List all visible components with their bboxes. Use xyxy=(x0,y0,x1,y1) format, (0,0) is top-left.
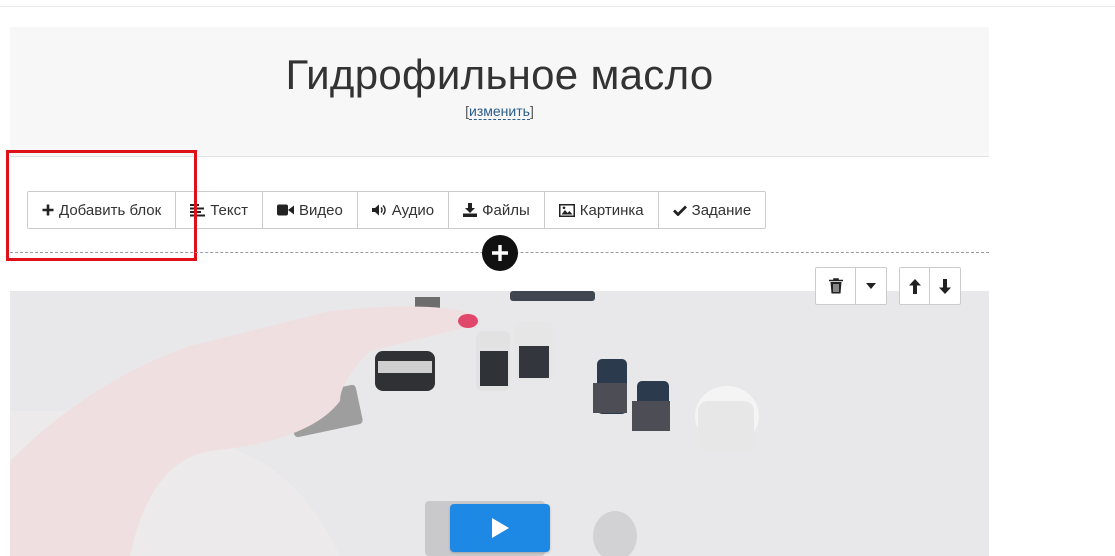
top-divider xyxy=(0,6,1115,7)
add-files-button[interactable]: Файлы xyxy=(449,192,545,228)
trash-icon xyxy=(828,278,843,294)
edit-bracket-close: ] xyxy=(529,103,534,119)
video-camera-icon xyxy=(276,204,294,216)
play-button[interactable] xyxy=(450,504,550,552)
arrow-up-icon xyxy=(908,278,921,294)
insert-block-button[interactable] xyxy=(482,235,518,271)
edit-title-wrapper: [изменить] xyxy=(10,103,989,120)
add-text-button[interactable]: Текст xyxy=(176,192,263,228)
add-block-label: Добавить блок xyxy=(59,201,162,219)
add-image-button[interactable]: Картинка xyxy=(545,192,659,228)
page-title: Гидрофильное масло xyxy=(285,51,714,98)
download-icon xyxy=(463,203,478,217)
plus-icon xyxy=(492,245,508,261)
add-block-button[interactable]: Добавить блок xyxy=(28,192,177,228)
block-move-group xyxy=(899,267,961,305)
add-text-label: Текст xyxy=(210,201,248,219)
add-files-label: Файлы xyxy=(482,201,530,219)
add-task-label: Задание xyxy=(691,201,752,219)
move-down-button[interactable] xyxy=(930,268,960,304)
image-icon xyxy=(558,203,575,217)
add-video-label: Видео xyxy=(298,201,343,219)
checkmark-icon xyxy=(672,205,687,216)
video-player[interactable] xyxy=(10,291,989,556)
add-audio-button[interactable]: Аудио xyxy=(358,192,450,228)
play-icon xyxy=(492,518,509,538)
add-task-button[interactable]: Задание xyxy=(659,192,766,228)
speaker-icon xyxy=(371,204,386,216)
block-delete-group xyxy=(815,267,887,305)
add-audio-label: Аудио xyxy=(391,201,435,219)
plus-icon xyxy=(42,204,54,216)
text-align-icon xyxy=(190,203,206,216)
add-image-label: Картинка xyxy=(579,201,644,219)
add-block-toolbar: Добавить блок Текст Видео Аудио Файлы Ка… xyxy=(27,191,767,229)
add-video-button[interactable]: Видео xyxy=(263,192,358,228)
arrow-down-icon xyxy=(939,278,951,294)
caret-down-icon xyxy=(866,283,876,289)
lesson-header: Гидрофильное масло [изменить] xyxy=(10,27,989,157)
block-options-dropdown[interactable] xyxy=(856,268,886,304)
delete-block-button[interactable] xyxy=(816,268,856,304)
edit-title-link[interactable]: изменить xyxy=(469,103,530,120)
move-up-button[interactable] xyxy=(900,268,930,304)
